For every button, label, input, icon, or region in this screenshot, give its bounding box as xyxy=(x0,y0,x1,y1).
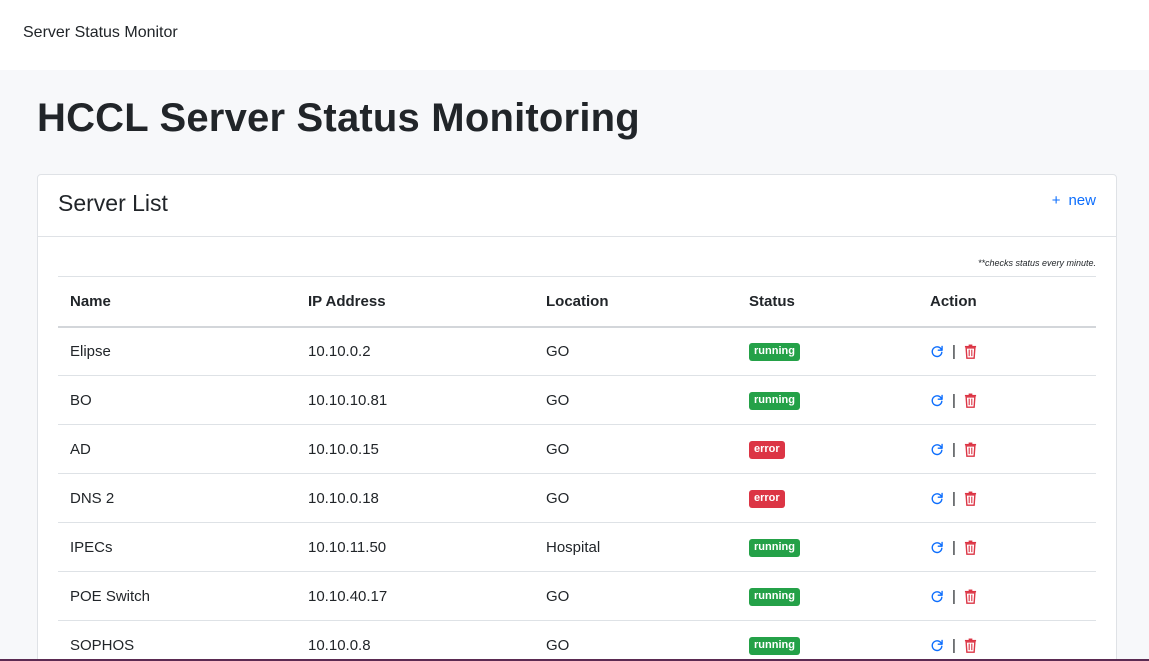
cell-name: BO xyxy=(58,375,296,425)
status-badge: running xyxy=(749,637,800,655)
action-separator: | xyxy=(952,538,956,556)
status-check-note: **checks status every minute. xyxy=(977,258,1096,268)
cell-action: | xyxy=(918,620,1096,661)
table-row: DNS 2 10.10.0.18 GO error | xyxy=(58,473,1096,523)
cell-ip-address: 10.10.11.50 xyxy=(296,522,534,572)
cell-status: running xyxy=(737,375,918,425)
refresh-icon[interactable] xyxy=(930,540,944,555)
cell-status: error xyxy=(737,473,918,523)
action-separator: | xyxy=(952,587,956,605)
cell-status: running xyxy=(737,571,918,621)
header-action: Action xyxy=(918,276,1096,328)
cell-ip-address: 10.10.0.15 xyxy=(296,424,534,474)
cell-name: POE Switch xyxy=(58,571,296,621)
status-badge: running xyxy=(749,588,800,606)
cell-action: | xyxy=(918,522,1096,572)
header-name: Name xyxy=(58,276,296,328)
table-row: Elipse 10.10.0.2 GO running | xyxy=(58,326,1096,376)
cell-status: running xyxy=(737,620,918,661)
cell-name: AD xyxy=(58,424,296,474)
cell-ip-address: 10.10.0.18 xyxy=(296,473,534,523)
cell-action: | xyxy=(918,326,1096,376)
action-separator: | xyxy=(952,440,956,458)
table-row: IPECs 10.10.11.50 Hospital running | xyxy=(58,522,1096,572)
trash-icon[interactable] xyxy=(964,442,977,457)
cell-name: SOPHOS xyxy=(58,620,296,661)
server-table: Name IP Address Location Status Action E… xyxy=(58,276,1096,661)
refresh-icon[interactable] xyxy=(930,638,944,653)
table-row: BO 10.10.10.81 GO running | xyxy=(58,375,1096,425)
trash-icon[interactable] xyxy=(964,393,977,408)
cell-action: | xyxy=(918,473,1096,523)
card-title: Server List xyxy=(58,190,168,216)
cell-action: | xyxy=(918,375,1096,425)
cell-name: DNS 2 xyxy=(58,473,296,523)
refresh-icon[interactable] xyxy=(930,442,944,457)
refresh-icon[interactable] xyxy=(930,589,944,604)
cell-location: GO xyxy=(534,571,737,621)
refresh-icon[interactable] xyxy=(930,393,944,408)
new-server-link[interactable]: + new xyxy=(1052,192,1096,209)
navbar: Server Status Monitor xyxy=(0,0,1149,70)
action-separator: | xyxy=(952,489,956,507)
plus-icon: + xyxy=(1051,192,1061,209)
cell-location: Hospital xyxy=(534,522,737,572)
status-badge: error xyxy=(749,441,785,459)
cell-status: running xyxy=(737,326,918,376)
cell-ip-address: 10.10.40.17 xyxy=(296,571,534,621)
navbar-brand[interactable]: Server Status Monitor xyxy=(23,24,178,42)
action-separator: | xyxy=(952,391,956,409)
action-separator: | xyxy=(952,636,956,654)
cell-ip-address: 10.10.10.81 xyxy=(296,375,534,425)
status-badge: error xyxy=(749,490,785,508)
cell-ip-address: 10.10.0.8 xyxy=(296,620,534,661)
action-separator: | xyxy=(952,342,956,360)
cell-status: running xyxy=(737,522,918,572)
cell-location: GO xyxy=(534,326,737,376)
cell-action: | xyxy=(918,571,1096,621)
trash-icon[interactable] xyxy=(964,638,977,653)
cell-ip-address: 10.10.0.2 xyxy=(296,326,534,376)
header-status: Status xyxy=(737,276,918,328)
cell-name: Elipse xyxy=(58,326,296,376)
header-location: Location xyxy=(534,276,737,328)
cell-status: error xyxy=(737,424,918,474)
page-title: HCCL Server Status Monitoring xyxy=(37,96,640,140)
status-badge: running xyxy=(749,392,800,410)
trash-icon[interactable] xyxy=(964,491,977,506)
cell-name: IPECs xyxy=(58,522,296,572)
status-badge: running xyxy=(749,343,800,362)
trash-icon[interactable] xyxy=(964,540,977,555)
refresh-icon[interactable] xyxy=(930,491,944,506)
cell-location: GO xyxy=(534,620,737,661)
table-row: SOPHOS 10.10.0.8 GO running | xyxy=(58,620,1096,661)
table-row: POE Switch 10.10.40.17 GO running | xyxy=(58,571,1096,621)
trash-icon[interactable] xyxy=(964,589,977,604)
refresh-icon[interactable] xyxy=(930,344,944,359)
header-ip-address: IP Address xyxy=(296,276,534,328)
cell-action: | xyxy=(918,424,1096,474)
server-list-card: Server List + new **checks status every m… xyxy=(37,174,1117,661)
table-row: AD 10.10.0.15 GO error | xyxy=(58,424,1096,474)
cell-location: GO xyxy=(534,375,737,425)
status-badge: running xyxy=(749,539,800,557)
table-header-row: Name IP Address Location Status Action xyxy=(58,276,1096,328)
new-label: new xyxy=(1068,192,1096,209)
cell-location: GO xyxy=(534,473,737,523)
card-header: Server List + new xyxy=(38,175,1116,237)
cell-location: GO xyxy=(534,424,737,474)
trash-icon[interactable] xyxy=(964,344,977,359)
